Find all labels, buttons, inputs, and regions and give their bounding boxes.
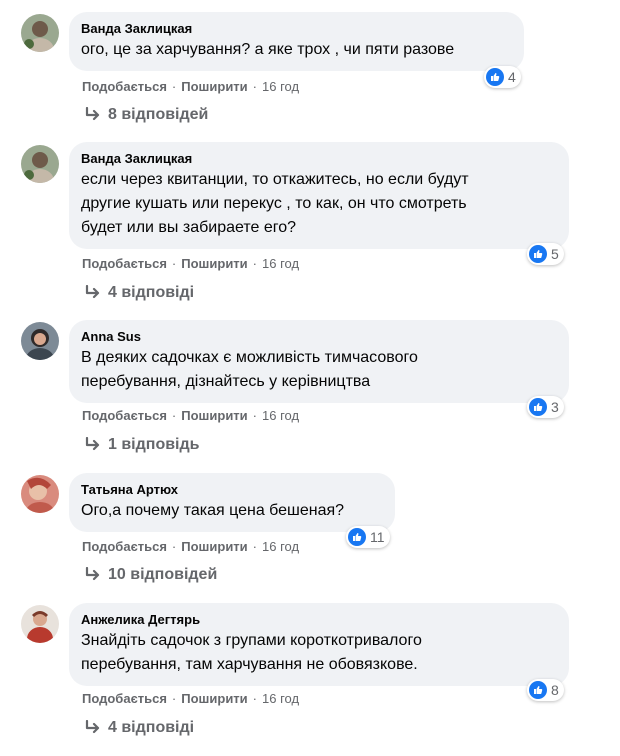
comment-actions: Подобається · Поширити · 16 год bbox=[82, 539, 299, 555]
reply-arrow-icon bbox=[85, 567, 100, 581]
reaction-count: 4 bbox=[508, 69, 516, 85]
replies-label: 8 відповідей bbox=[108, 106, 209, 123]
view-replies-button[interactable]: 8 відповідей bbox=[84, 106, 208, 124]
separator-dot: · bbox=[252, 691, 258, 706]
share-button[interactable]: Поширити bbox=[181, 408, 247, 423]
avatar[interactable] bbox=[21, 605, 59, 643]
like-button[interactable]: Подобається bbox=[82, 408, 167, 423]
comment-text: Знайдіть садочок з групами короткотривал… bbox=[81, 629, 557, 677]
comment-bubble: Татьяна Артюх Ого,а почему такая цена бе… bbox=[69, 473, 395, 532]
like-reaction-icon bbox=[529, 398, 547, 416]
avatar[interactable] bbox=[21, 475, 59, 513]
like-reaction-icon bbox=[529, 681, 547, 699]
comment-text-line: будет или вы забираете его? bbox=[81, 219, 297, 236]
share-button[interactable]: Поширити bbox=[181, 79, 247, 94]
comment-author[interactable]: Анжелика Дегтярь bbox=[81, 611, 557, 628]
comment-text-line: если через квитанции, то откажитесь, но … bbox=[81, 171, 469, 188]
comment-actions: Подобається · Поширити · 16 год bbox=[82, 79, 299, 95]
like-reaction-icon bbox=[486, 68, 504, 86]
share-button[interactable]: Поширити bbox=[181, 691, 247, 706]
comment-author[interactable]: Татьяна Артюх bbox=[81, 481, 383, 498]
avatar[interactable] bbox=[21, 322, 59, 360]
reactions-badge[interactable]: 8 bbox=[527, 679, 564, 701]
comment-text-line: Знайдіть садочок з групами короткотривал… bbox=[81, 632, 422, 649]
reaction-count: 8 bbox=[551, 682, 559, 698]
reply-arrow-icon bbox=[85, 437, 100, 451]
comment-text-line: В деяких садочках є можливість тимчасово… bbox=[81, 349, 418, 366]
comment-bubble: Anna Sus В деяких садочках є можливість … bbox=[69, 320, 569, 403]
reaction-count: 11 bbox=[370, 529, 385, 545]
separator-dot: · bbox=[171, 79, 177, 94]
comment-author[interactable]: Anna Sus bbox=[81, 328, 557, 345]
comment-bubble: Ванда Заклицкая ого, це за харчування? а… bbox=[69, 12, 524, 71]
comment-text-line: ого, це за харчування? а яке трох , чи п… bbox=[81, 41, 455, 58]
reactions-badge[interactable]: 3 bbox=[527, 396, 564, 418]
comment-text: если через квитанции, то откажитесь, но … bbox=[81, 168, 557, 240]
comment-time[interactable]: 16 год bbox=[262, 256, 299, 271]
reply-arrow-icon bbox=[85, 285, 100, 299]
reactions-badge[interactable]: 4 bbox=[484, 66, 521, 88]
comment-time[interactable]: 16 год bbox=[262, 691, 299, 706]
reaction-count: 5 bbox=[551, 246, 559, 262]
separator-dot: · bbox=[171, 256, 177, 271]
like-reaction-icon bbox=[348, 528, 366, 546]
separator-dot: · bbox=[252, 539, 258, 554]
separator-dot: · bbox=[252, 79, 258, 94]
avatar[interactable] bbox=[21, 145, 59, 183]
comment-actions: Подобається · Поширити · 16 год bbox=[82, 691, 299, 707]
replies-label: 1 відповідь bbox=[108, 436, 200, 453]
view-replies-button[interactable]: 4 відповіді bbox=[84, 719, 194, 737]
share-button[interactable]: Поширити bbox=[181, 256, 247, 271]
like-button[interactable]: Подобається bbox=[82, 539, 167, 554]
comment-text: В деяких садочках є можливість тимчасово… bbox=[81, 346, 557, 394]
separator-dot: · bbox=[252, 256, 258, 271]
comment-author[interactable]: Ванда Заклицкая bbox=[81, 150, 557, 167]
comment-text: Ого,а почему такая цена бешеная? bbox=[81, 499, 383, 523]
replies-label: 10 відповідей bbox=[108, 566, 218, 583]
avatar[interactable] bbox=[21, 14, 59, 52]
comment-time[interactable]: 16 год bbox=[262, 408, 299, 423]
reactions-badge[interactable]: 5 bbox=[527, 243, 564, 265]
separator-dot: · bbox=[171, 691, 177, 706]
like-button[interactable]: Подобається bbox=[82, 256, 167, 271]
separator-dot: · bbox=[252, 408, 258, 423]
like-button[interactable]: Подобається bbox=[82, 79, 167, 94]
comment-time[interactable]: 16 год bbox=[262, 79, 299, 94]
comment-actions: Подобається · Поширити · 16 год bbox=[82, 256, 299, 272]
share-button[interactable]: Поширити bbox=[181, 539, 247, 554]
separator-dot: · bbox=[171, 539, 177, 554]
separator-dot: · bbox=[171, 408, 177, 423]
comment-text-line: Ого,а почему такая цена бешеная? bbox=[81, 502, 345, 519]
comment-author[interactable]: Ванда Заклицкая bbox=[81, 20, 512, 37]
comment-bubble: Анжелика Дегтярь Знайдіть садочок з груп… bbox=[69, 603, 569, 686]
comment-text-line: перебування, там харчування не обовязков… bbox=[81, 656, 418, 673]
replies-label: 4 відповіді bbox=[108, 284, 195, 301]
like-button[interactable]: Подобається bbox=[82, 691, 167, 706]
reply-arrow-icon bbox=[85, 720, 100, 734]
comment-text-line: перебування, дізнайтесь у керівництва bbox=[81, 373, 371, 390]
comment-text-line: другие кушать или перекус , то как, он ч… bbox=[81, 195, 467, 212]
replies-label: 4 відповіді bbox=[108, 719, 195, 736]
reaction-count: 3 bbox=[551, 399, 559, 415]
comment-time[interactable]: 16 год bbox=[262, 539, 299, 554]
view-replies-button[interactable]: 1 відповідь bbox=[84, 436, 200, 454]
view-replies-button[interactable]: 10 відповідей bbox=[84, 566, 217, 584]
comment-actions: Подобається · Поширити · 16 год bbox=[82, 408, 299, 424]
reactions-badge[interactable]: 11 bbox=[346, 526, 390, 548]
view-replies-button[interactable]: 4 відповіді bbox=[84, 284, 194, 302]
comment-bubble: Ванда Заклицкая если через квитанции, то… bbox=[69, 142, 569, 249]
comment-text: ого, це за харчування? а яке трох , чи п… bbox=[81, 38, 512, 62]
reply-arrow-icon bbox=[85, 107, 100, 121]
like-reaction-icon bbox=[529, 245, 547, 263]
